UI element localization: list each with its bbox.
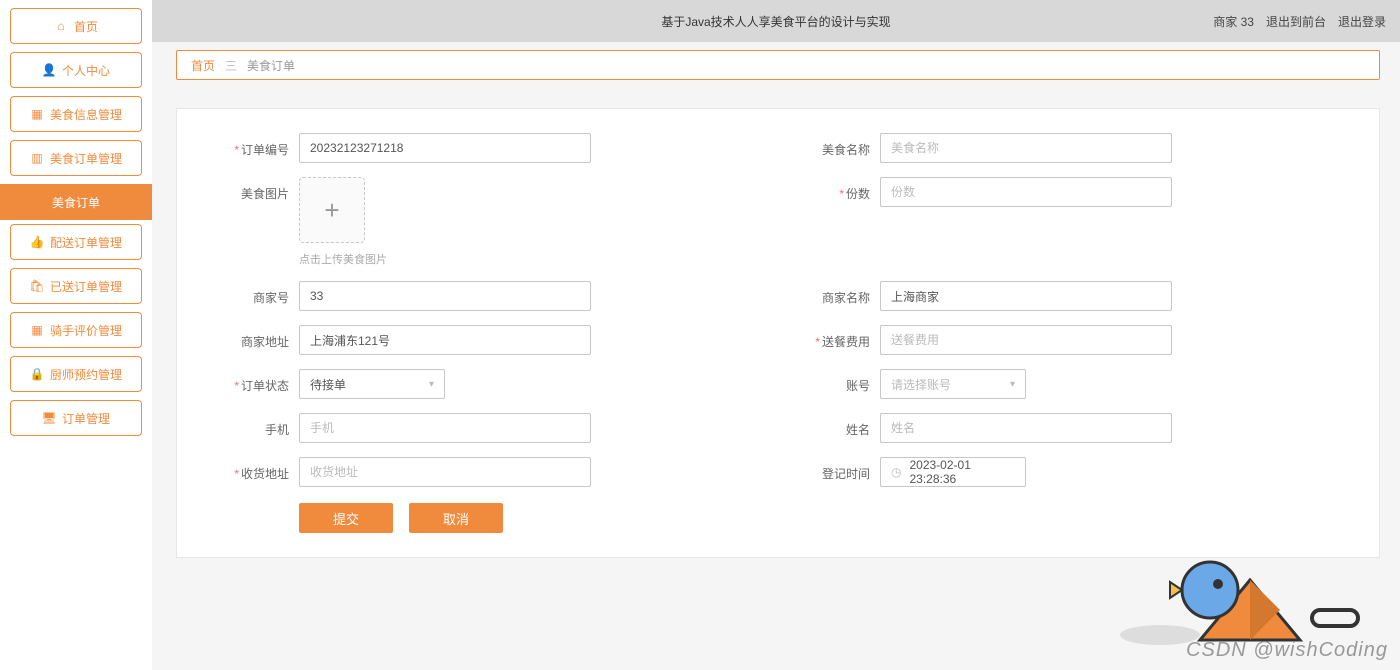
chevron-down-icon: ▾: [429, 379, 434, 390]
row-food-image: 美食图片 + 点击上传美食图片: [217, 177, 758, 267]
sidebar-item-label: 首页: [74, 18, 98, 35]
sidebar-item-label: 厨师预约管理: [50, 366, 122, 383]
sidebar-item-home[interactable]: ⌂ 首页: [10, 8, 142, 44]
merchant-name-input[interactable]: [880, 281, 1172, 311]
chevron-down-icon: ▾: [1010, 379, 1015, 390]
sidebar-item-label: 订单管理: [62, 410, 110, 427]
watermark: CSDN @wishCoding: [1186, 639, 1388, 662]
row-merchant-addr: 商家地址: [217, 325, 758, 355]
thumb-icon: 👍: [30, 235, 44, 249]
page-title: 基于Java技术人人享美食平台的设计与实现: [661, 13, 890, 30]
bag-icon: 🛍: [30, 279, 44, 293]
row-delivery-fee: *送餐费用: [798, 325, 1339, 355]
recv-addr-input[interactable]: [299, 457, 591, 487]
sidebar-item-profile[interactable]: 👤 个人中心: [10, 52, 142, 88]
row-account: 账号 请选择账号 ▾: [798, 369, 1339, 399]
upload-hint: 点击上传美食图片: [299, 251, 758, 267]
sidebar-item-label: 美食订单: [52, 194, 100, 211]
row-food-name: 美食名称: [798, 133, 1339, 163]
sidebar-item-food-order[interactable]: 美食订单: [0, 184, 152, 220]
sidebar-item-label: 个人中心: [62, 62, 110, 79]
row-merchant-no: 商家号: [217, 281, 758, 311]
header-bar: 基于Java技术人人享美食平台的设计与实现 商家 33 退出到前台 退出登录: [152, 0, 1400, 42]
submit-button[interactable]: 提交: [299, 503, 393, 533]
row-qty: *份数: [798, 177, 1339, 267]
sidebar-item-label: 已送订单管理: [50, 278, 122, 295]
form-panel: *订单编号 美食名称 美食图片 + 点击上传美食图片 *份数 商家号 商家名称: [176, 108, 1380, 558]
lock-icon: 🔒: [30, 367, 44, 381]
breadcrumb-home[interactable]: 首页: [191, 57, 215, 74]
name-input[interactable]: [880, 413, 1172, 443]
row-phone: 手机: [217, 413, 758, 443]
sidebar-item-label: 美食订单管理: [50, 150, 122, 167]
sidebar-item-chef-booking[interactable]: 🔒 厨师预约管理: [10, 356, 142, 392]
header-logout[interactable]: 退出登录: [1338, 13, 1386, 30]
grid2-icon: ▦: [30, 323, 44, 337]
row-order-status: *订单状态 待接单 ▾: [217, 369, 758, 399]
image-uploader[interactable]: +: [299, 177, 365, 243]
reg-time-input[interactable]: ◷ 2023-02-01 23:28:36: [880, 457, 1026, 487]
sidebar-item-label: 美食信息管理: [50, 106, 122, 123]
plus-icon: +: [324, 195, 339, 226]
order-no-input[interactable]: [299, 133, 591, 163]
sidebar-item-rider-review[interactable]: ▦ 骑手评价管理: [10, 312, 142, 348]
merchant-addr-input[interactable]: [299, 325, 591, 355]
sidebar-item-delivered-order[interactable]: 🛍 已送订单管理: [10, 268, 142, 304]
user-icon: 👤: [42, 63, 56, 77]
phone-input[interactable]: [299, 413, 591, 443]
breadcrumb-current: 美食订单: [247, 57, 295, 74]
row-recv-addr: *收货地址: [217, 457, 758, 487]
food-name-input[interactable]: [880, 133, 1172, 163]
breadcrumb: 首页 三 美食订单: [176, 50, 1380, 80]
chart-icon: ▥: [30, 151, 44, 165]
cancel-button[interactable]: 取消: [409, 503, 503, 533]
home-icon: ⌂: [54, 19, 68, 33]
monitor-icon: 🖥: [42, 411, 56, 425]
header-to-front[interactable]: 退出到前台: [1266, 13, 1326, 30]
merchant-no-input[interactable]: [299, 281, 591, 311]
header-user[interactable]: 商家 33: [1213, 13, 1254, 30]
grid-icon: ▦: [30, 107, 44, 121]
qty-input[interactable]: [880, 177, 1172, 207]
sidebar-item-label: 配送订单管理: [50, 234, 122, 251]
sidebar: ⌂ 首页 👤 个人中心 ▦ 美食信息管理 ▥ 美食订单管理 美食订单 👍 配送订…: [0, 0, 152, 670]
form-actions: 提交 取消: [299, 503, 1339, 533]
delivery-fee-input[interactable]: [880, 325, 1172, 355]
header-right: 商家 33 退出到前台 退出登录: [1213, 0, 1386, 42]
row-name: 姓名: [798, 413, 1339, 443]
sidebar-item-delivery-order[interactable]: 👍 配送订单管理: [10, 224, 142, 260]
row-reg-time: 登记时间 ◷ 2023-02-01 23:28:36: [798, 457, 1339, 487]
breadcrumb-sep: 三: [225, 57, 237, 74]
sidebar-item-food-info[interactable]: ▦ 美食信息管理: [10, 96, 142, 132]
row-order-no: *订单编号: [217, 133, 758, 163]
row-merchant-name: 商家名称: [798, 281, 1339, 311]
sidebar-item-label: 骑手评价管理: [50, 322, 122, 339]
clock-icon: ◷: [891, 465, 901, 479]
order-status-select[interactable]: 待接单 ▾: [299, 369, 445, 399]
sidebar-item-order-mgmt[interactable]: 🖥 订单管理: [10, 400, 142, 436]
sidebar-item-food-order-mgmt[interactable]: ▥ 美食订单管理: [10, 140, 142, 176]
account-select[interactable]: 请选择账号 ▾: [880, 369, 1026, 399]
